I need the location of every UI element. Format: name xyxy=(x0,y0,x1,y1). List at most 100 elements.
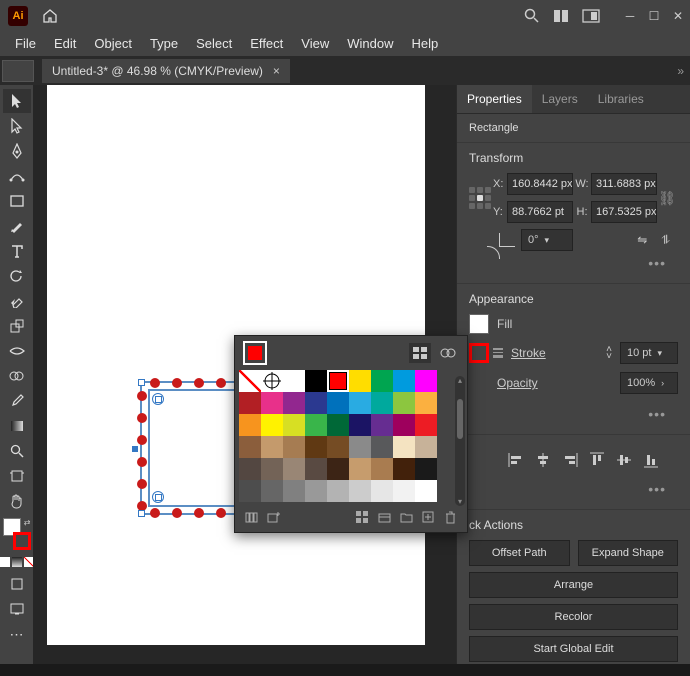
swatch-cell[interactable] xyxy=(305,458,327,480)
swatch-cell[interactable] xyxy=(415,392,437,414)
more-options-icon[interactable]: ••• xyxy=(648,406,666,422)
swatch-cell[interactable] xyxy=(239,370,261,392)
more-options-icon[interactable]: ••• xyxy=(648,255,666,271)
swatch-cell[interactable] xyxy=(283,414,305,436)
gradient-tool[interactable] xyxy=(3,414,31,438)
eyedropper-tool[interactable] xyxy=(3,389,31,413)
rectangle-tool[interactable] xyxy=(3,189,31,213)
swatch-cell[interactable] xyxy=(327,392,349,414)
color-mode-none[interactable] xyxy=(24,557,34,567)
menu-effect[interactable]: Effect xyxy=(241,32,292,55)
swatch-cell[interactable] xyxy=(239,436,261,458)
scale-tool[interactable] xyxy=(3,314,31,338)
swatch-cell[interactable] xyxy=(393,480,415,502)
swatch-cell[interactable] xyxy=(349,436,371,458)
rotation-field[interactable]: 0°▾ xyxy=(521,229,573,251)
global-edit-button[interactable]: Start Global Edit xyxy=(469,636,678,662)
menu-type[interactable]: Type xyxy=(141,32,187,55)
swatch-cell[interactable] xyxy=(327,414,349,436)
swatch-scrollbar[interactable]: ▴ ▾ xyxy=(455,376,465,506)
swatch-options-icon[interactable] xyxy=(353,508,371,526)
eraser-tool[interactable] xyxy=(3,289,31,313)
swatch-cell[interactable] xyxy=(371,414,393,436)
swatch-cell[interactable] xyxy=(327,458,349,480)
menu-edit[interactable]: Edit xyxy=(45,32,85,55)
menu-window[interactable]: Window xyxy=(338,32,402,55)
swatch-cell[interactable] xyxy=(283,392,305,414)
swatch-cell[interactable] xyxy=(239,392,261,414)
color-mode-gradient[interactable] xyxy=(12,557,22,567)
stroke-swatch[interactable] xyxy=(13,532,31,550)
swatch-cell[interactable] xyxy=(283,436,305,458)
swatch-cell[interactable] xyxy=(393,392,415,414)
swatch-cell[interactable] xyxy=(349,414,371,436)
swatch-cell[interactable] xyxy=(261,458,283,480)
flip-v-icon[interactable]: ⥮ xyxy=(661,233,670,248)
swatch-cell[interactable] xyxy=(305,414,327,436)
swatch-cell[interactable] xyxy=(283,370,305,392)
swatch-cell[interactable] xyxy=(239,480,261,502)
zoom-tool[interactable] xyxy=(3,439,31,463)
stroke-stepper[interactable]: ˄˅ xyxy=(606,346,612,360)
paintbrush-tool[interactable] xyxy=(3,214,31,238)
width-tool[interactable] xyxy=(3,339,31,363)
recolor-button[interactable]: Recolor xyxy=(469,604,678,630)
tab-libraries[interactable]: Libraries xyxy=(588,85,654,113)
color-mode-solid[interactable] xyxy=(0,557,10,567)
y-field[interactable]: 88.7662 pt xyxy=(507,201,573,223)
sidebar-toggle[interactable] xyxy=(2,60,34,82)
swatch-cell[interactable] xyxy=(349,458,371,480)
color-themes-icon[interactable] xyxy=(437,343,459,363)
fill-stroke-control[interactable]: ⇄ xyxy=(3,518,31,550)
swatch-cell[interactable] xyxy=(415,370,437,392)
more-options-icon[interactable]: ••• xyxy=(648,481,666,497)
swatch-libraries-icon[interactable] xyxy=(243,508,261,526)
align-bottom-icon[interactable] xyxy=(641,451,661,469)
offset-path-button[interactable]: Offset Path xyxy=(469,540,570,566)
direct-selection-tool[interactable] xyxy=(3,114,31,138)
folder-icon[interactable] xyxy=(397,508,415,526)
curvature-tool[interactable] xyxy=(3,164,31,188)
menu-object[interactable]: Object xyxy=(85,32,141,55)
tab-layers[interactable]: Layers xyxy=(532,85,588,113)
delete-swatch-icon[interactable] xyxy=(441,508,459,526)
swatch-cell[interactable] xyxy=(305,436,327,458)
type-tool[interactable] xyxy=(3,239,31,263)
menu-help[interactable]: Help xyxy=(402,32,447,55)
swatch-cell[interactable] xyxy=(261,480,283,502)
swatch-cell[interactable] xyxy=(393,436,415,458)
arrange-docs-icon[interactable] xyxy=(548,3,574,29)
align-hcenter-icon[interactable] xyxy=(533,451,553,469)
link-wh-icon[interactable]: ⛓ xyxy=(657,190,677,207)
expand-panels-icon[interactable]: » xyxy=(677,64,684,78)
swatch-cell[interactable] xyxy=(415,436,437,458)
swatch-cell[interactable] xyxy=(371,458,393,480)
current-stroke-swatch[interactable] xyxy=(243,341,267,365)
draw-mode-icon[interactable] xyxy=(3,572,31,596)
swatch-cell[interactable] xyxy=(371,370,393,392)
swatch-cell[interactable] xyxy=(349,392,371,414)
edit-toolbar-icon[interactable]: ⋯ xyxy=(3,622,31,646)
new-color-group-icon[interactable] xyxy=(375,508,393,526)
fill-color[interactable] xyxy=(469,314,489,334)
search-icon[interactable] xyxy=(518,3,544,29)
stroke-color[interactable] xyxy=(469,343,489,363)
expand-shape-button[interactable]: Expand Shape xyxy=(578,540,679,566)
swatch-cell[interactable] xyxy=(393,414,415,436)
swatch-cell[interactable] xyxy=(239,414,261,436)
hand-tool[interactable] xyxy=(3,489,31,513)
swatch-cell[interactable] xyxy=(415,480,437,502)
pen-tool[interactable] xyxy=(3,139,31,163)
screen-mode-icon[interactable] xyxy=(3,597,31,621)
w-field[interactable]: 311.6883 px xyxy=(591,173,657,195)
maximize-button[interactable]: ☐ xyxy=(642,5,666,27)
stroke-weight-field[interactable]: 10 pt▾ xyxy=(620,342,678,364)
menu-file[interactable]: File xyxy=(6,32,45,55)
menu-select[interactable]: Select xyxy=(187,32,241,55)
swatch-cell[interactable] xyxy=(327,370,349,392)
tab-properties[interactable]: Properties xyxy=(457,85,532,113)
swatch-cell[interactable] xyxy=(305,480,327,502)
swatch-cell[interactable] xyxy=(371,392,393,414)
workspace-switch-icon[interactable] xyxy=(578,3,604,29)
swatch-cell[interactable] xyxy=(261,414,283,436)
